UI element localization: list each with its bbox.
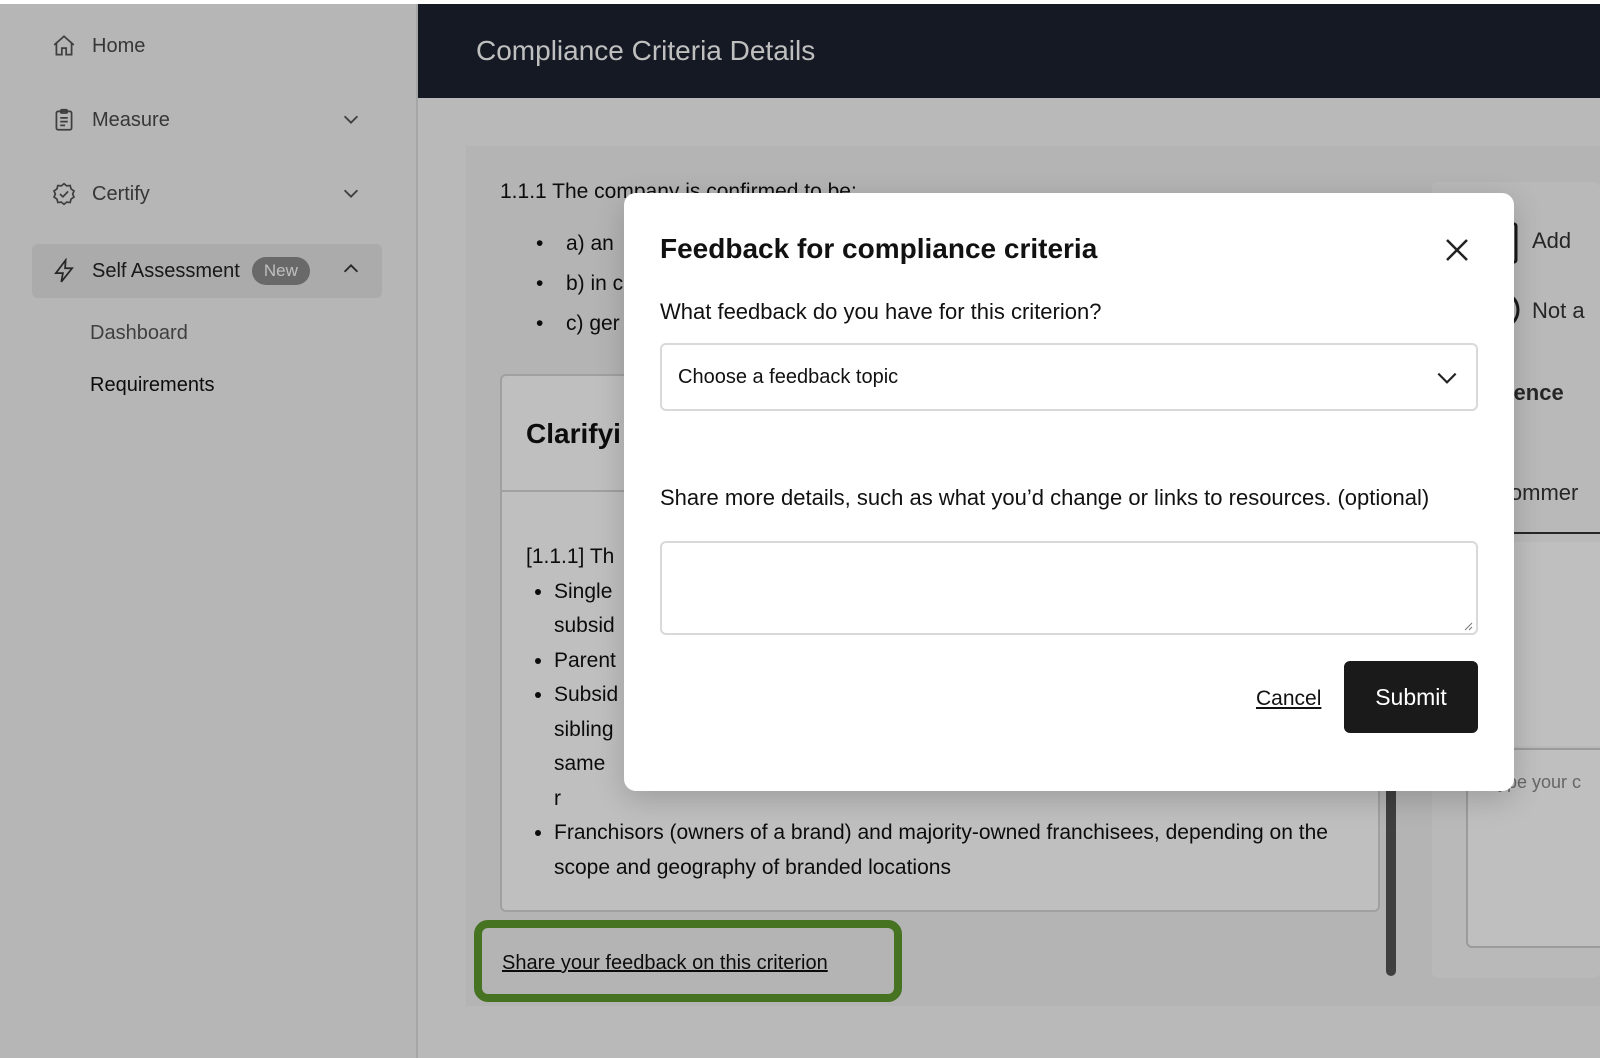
select-placeholder: Choose a feedback topic xyxy=(678,365,899,388)
resize-grip-icon[interactable] xyxy=(1461,618,1473,631)
close-button[interactable] xyxy=(1442,235,1474,267)
feedback-modal: Feedback for compliance criteria What fe… xyxy=(624,193,1514,791)
modal-title: Feedback for compliance criteria xyxy=(660,233,1098,264)
chevron-down-icon xyxy=(1434,365,1460,391)
cancel-button[interactable]: Cancel xyxy=(1256,687,1321,711)
details-textarea[interactable] xyxy=(660,541,1478,635)
feedback-topic-label: What feedback do you have for this crite… xyxy=(660,299,1102,324)
details-label: Share more details, such as what you’d c… xyxy=(660,485,1430,510)
submit-button[interactable]: Submit xyxy=(1344,661,1478,733)
feedback-topic-select[interactable]: Choose a feedback topic xyxy=(660,343,1478,411)
close-icon xyxy=(1446,239,1468,261)
